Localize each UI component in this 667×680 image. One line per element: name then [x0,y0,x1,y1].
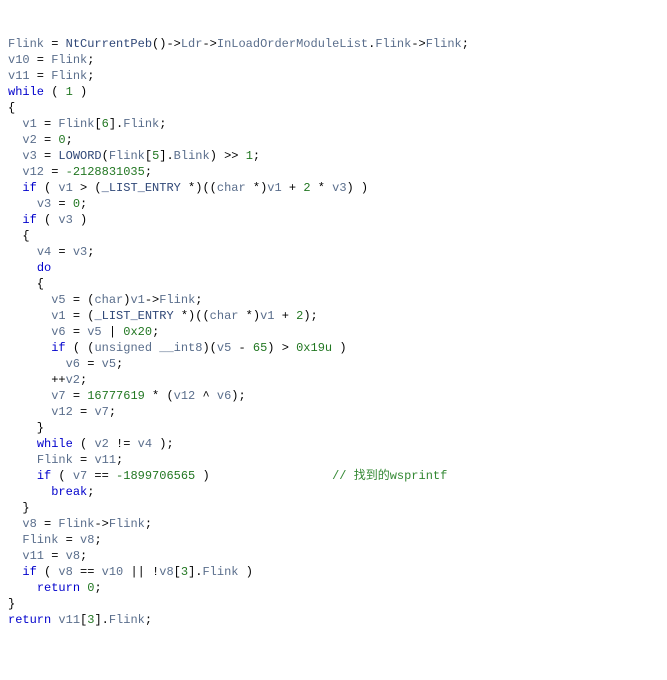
ident-v1: v1 [22,117,36,131]
type-char: char [217,181,246,195]
ident-v3: v3 [22,149,36,163]
ident-v4: v4 [37,245,51,259]
num-16777619: 16777619 [87,389,145,403]
num-0x19u: 0x19u [296,341,332,355]
code-line: break; [8,485,94,499]
code-line: Flink = v11; [8,453,123,467]
code-line: if ( (unsigned __int8)(v5 - 65) > 0x19u … [8,341,347,355]
code-line: do [8,261,51,275]
num-1: 1 [66,85,73,99]
num-0x20: 0x20 [123,325,152,339]
code-line: return v11[3].Flink; [8,613,152,627]
kw-if: if [22,181,36,195]
code-line: if ( v3 ) [8,213,87,227]
code-line: } [8,421,44,435]
type-list-entry: _LIST_ENTRY [102,181,181,195]
code-line: v7 = 16777619 * (v12 ^ v6); [8,389,246,403]
num-65: 65 [253,341,267,355]
code-line: v6 = v5 | 0x20; [8,325,159,339]
code-line: if ( v1 > (_LIST_ENTRY *)((char *)v1 + 2… [8,181,368,195]
ident-v2: v2 [22,133,36,147]
code-line: v3 = LOWORD(Flink[5].Blink) >> 1; [8,149,260,163]
code-line: } [8,501,30,515]
num-neg2128831035: -2128831035 [66,165,145,179]
ident-v12: v12 [22,165,44,179]
ident-inloadordermodulelist: InLoadOrderModuleList [217,37,368,51]
code-line: { [8,277,44,291]
ident-flink: Flink [426,37,462,51]
code-line: if ( v8 == v10 || !v8[3].Flink ) [8,565,253,579]
ident-v10: v10 [8,53,30,67]
kw-do: do [37,261,51,275]
code-line: v11 = v8; [8,549,87,563]
kw-break: break [51,485,87,499]
code-line: v6 = v5; [8,357,123,371]
comment-wsprintf: // 找到的wsprintf [332,469,447,483]
code-line: v11 = Flink; [8,69,94,83]
code-line: v10 = Flink; [8,53,94,67]
code-line: v4 = v3; [8,245,94,259]
num-neg1899706565: -1899706565 [116,469,195,483]
ident-blink: Blink [174,149,210,163]
code-line: v2 = 0; [8,133,73,147]
kw-return: return [37,581,80,595]
code-line: } [8,597,15,611]
code-line: v1 = (_LIST_ENTRY *)((char *)v1 + 2); [8,309,318,323]
ident-v5: v5 [51,293,65,307]
code-line: v12 = -2128831035; [8,165,152,179]
code-line: { [8,229,30,243]
ident-v11: v11 [8,69,30,83]
kw-while: while [8,85,44,99]
ident-flink: Flink [375,37,411,51]
ident-flink: Flink [8,37,44,51]
type-unsigned-int8: unsigned __int8 [94,341,202,355]
code-line: v5 = (char)v1->Flink; [8,293,202,307]
macro-loword: LOWORD [58,149,101,163]
code-line: if ( v7 == -1899706565 ) // 找到的wsprintf [8,469,447,483]
ident-v7: v7 [51,389,65,403]
code-line: ++v2; [8,373,87,387]
code-line: { [8,101,15,115]
code-block: Flink = NtCurrentPeb()->Ldr->InLoadOrder… [8,36,659,628]
code-line: v3 = 0; [8,197,87,211]
ident-v6: v6 [51,325,65,339]
code-line: while ( 1 ) [8,85,87,99]
code-line: v12 = v7; [8,405,116,419]
code-line: return 0; [8,581,102,595]
code-line: while ( v2 != v4 ); [8,437,174,451]
code-line: Flink = NtCurrentPeb()->Ldr->InLoadOrder… [8,37,469,51]
ident-ldr: Ldr [181,37,203,51]
ident-ntcurrentpeb: NtCurrentPeb [66,37,152,51]
code-line: v8 = Flink->Flink; [8,517,152,531]
ident-v8: v8 [22,517,36,531]
code-line: Flink = v8; [8,533,102,547]
code-line: v1 = Flink[6].Flink; [8,117,166,131]
